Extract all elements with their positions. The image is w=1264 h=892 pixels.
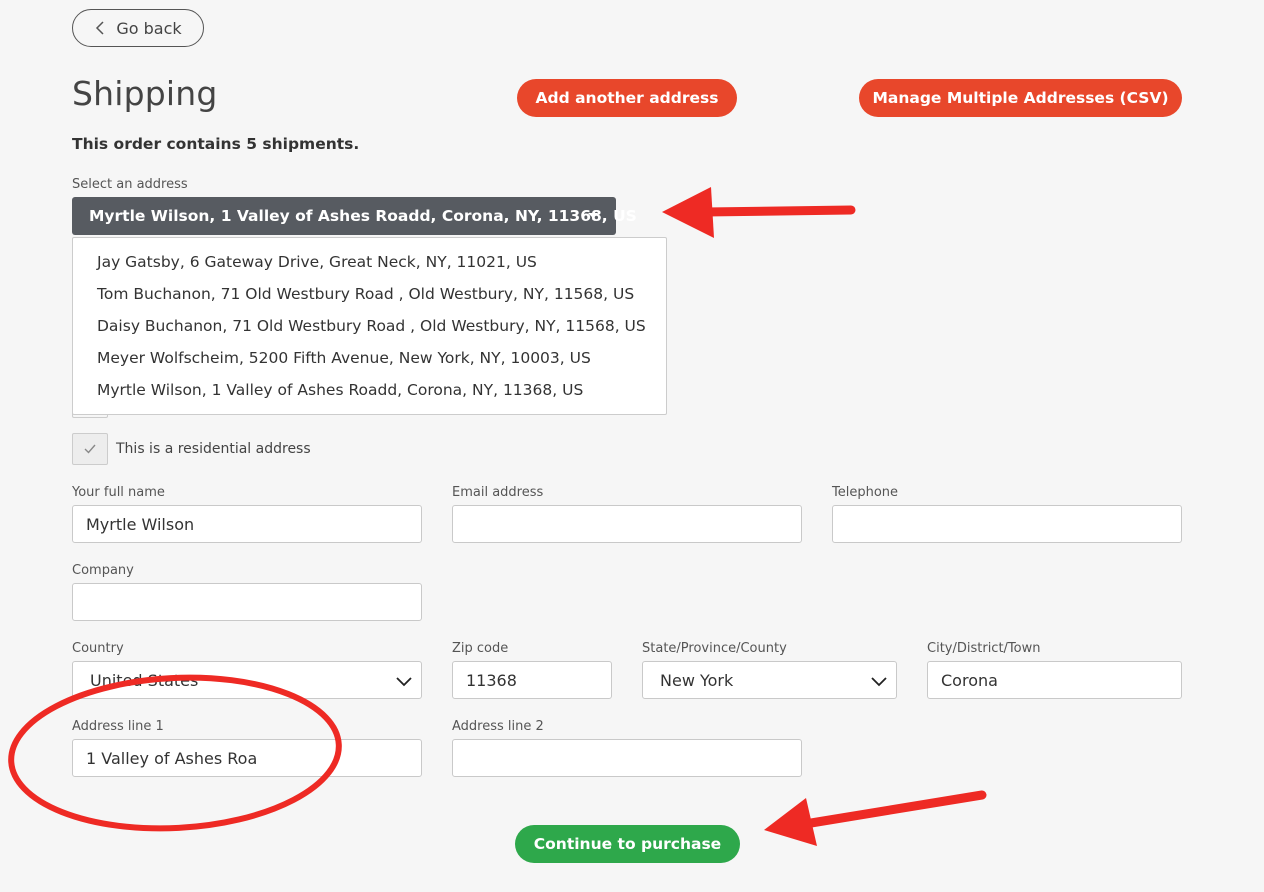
address2-label: Address line 2: [452, 719, 544, 734]
company-input[interactable]: [72, 583, 422, 621]
zip-input[interactable]: 11368: [452, 661, 612, 699]
full-name-label: Your full name: [72, 485, 165, 500]
telephone-input[interactable]: [832, 505, 1182, 543]
address-select[interactable]: Myrtle Wilson, 1 Valley of Ashes Roadd, …: [72, 197, 637, 235]
address2-input[interactable]: [452, 739, 802, 777]
residential-checkbox[interactable]: [72, 433, 108, 465]
state-select[interactable]: New York: [642, 661, 897, 699]
residential-label: This is a residential address: [116, 441, 311, 457]
chevron-left-icon: [96, 21, 104, 35]
arrow-to-continue-button: [764, 790, 987, 846]
address-select-value: Myrtle Wilson, 1 Valley of Ashes Roadd, …: [89, 207, 637, 225]
address1-input[interactable]: 1 Valley of Ashes Roa: [72, 739, 422, 777]
address-dropdown-list: Jay Gatsby, 6 Gateway Drive, Great Neck,…: [72, 237, 667, 415]
email-label: Email address: [452, 485, 544, 500]
add-address-button[interactable]: Add another address: [517, 79, 737, 117]
state-value: New York: [660, 670, 734, 690]
chevron-down-icon: [871, 677, 887, 687]
country-select[interactable]: United States: [72, 661, 422, 699]
city-input[interactable]: Corona: [927, 661, 1182, 699]
country-value: United States: [90, 670, 199, 690]
address-select-label: Select an address: [72, 177, 188, 192]
address-option[interactable]: Jay Gatsby, 6 Gateway Drive, Great Neck,…: [73, 246, 666, 278]
company-label: Company: [72, 563, 134, 578]
caret-down-icon: [588, 213, 598, 218]
arrow-to-address-select: [662, 187, 856, 238]
city-label: City/District/Town: [927, 641, 1041, 656]
country-label: Country: [72, 641, 124, 656]
continue-button[interactable]: Continue to purchase: [515, 825, 740, 863]
address-option[interactable]: Daisy Buchanon, 71 Old Westbury Road , O…: [73, 310, 666, 342]
email-input[interactable]: [452, 505, 802, 543]
chevron-down-icon: [396, 677, 412, 687]
address1-label: Address line 1: [72, 719, 164, 734]
order-info: This order contains 5 shipments.: [72, 135, 360, 153]
check-icon: [84, 444, 96, 454]
page-title: Shipping: [72, 74, 218, 113]
state-label: State/Province/County: [642, 641, 787, 656]
go-back-button[interactable]: Go back: [72, 9, 204, 47]
full-name-input[interactable]: Myrtle Wilson: [72, 505, 422, 543]
address-option[interactable]: Tom Buchanon, 71 Old Westbury Road , Old…: [73, 278, 666, 310]
telephone-label: Telephone: [832, 485, 899, 500]
manage-csv-button[interactable]: Manage Multiple Addresses (CSV): [859, 79, 1182, 117]
zip-label: Zip code: [452, 641, 509, 656]
address-option[interactable]: Myrtle Wilson, 1 Valley of Ashes Roadd, …: [73, 374, 666, 406]
go-back-label: Go back: [116, 18, 182, 38]
address-option[interactable]: Meyer Wolfscheim, 5200 Fifth Avenue, New…: [73, 342, 666, 374]
